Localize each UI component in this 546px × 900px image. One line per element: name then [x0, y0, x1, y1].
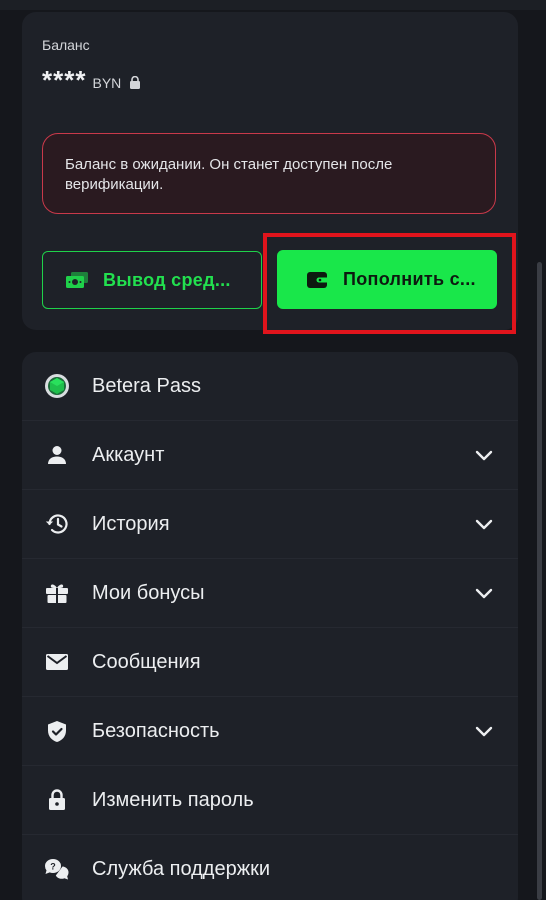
cash-icon: [66, 272, 88, 288]
support-chat-icon: ?: [44, 857, 70, 883]
menu-item-security[interactable]: Безопасность: [22, 697, 518, 766]
menu-item-label: Изменить пароль: [92, 788, 254, 811]
chevron-down-icon: [475, 588, 493, 599]
top-bar: [0, 0, 546, 10]
withdraw-button[interactable]: Вывод сред...: [42, 251, 262, 309]
shield-icon: [44, 718, 70, 744]
menu-item-account[interactable]: Аккаунт: [22, 421, 518, 490]
menu-item-betera-pass[interactable]: Betera Pass: [22, 352, 518, 421]
withdraw-label: Вывод сред...: [103, 269, 231, 290]
user-icon: [44, 442, 70, 468]
betera-pass-icon: [44, 373, 70, 399]
menu-item-messages[interactable]: Сообщения: [22, 628, 518, 697]
alert-text: Баланс в ожидании. Он станет доступен по…: [65, 156, 393, 193]
balance-currency: BYN: [92, 75, 122, 91]
menu-item-label: Betera Pass: [92, 374, 201, 397]
menu-item-change-password[interactable]: Изменить пароль: [22, 766, 518, 835]
menu-item-history[interactable]: История: [22, 490, 518, 559]
balance-label: Баланс: [42, 37, 90, 53]
menu-item-label: История: [92, 512, 170, 535]
lock-icon: [130, 76, 141, 89]
chevron-down-icon: [475, 519, 493, 530]
gift-icon: [44, 580, 70, 606]
mail-icon: [44, 649, 70, 675]
menu-item-label: Служба поддержки: [92, 858, 271, 880]
svg-text:?: ?: [50, 861, 56, 871]
verification-alert: Баланс в ожидании. Он станет доступен по…: [42, 133, 496, 214]
scrollbar[interactable]: [537, 262, 542, 900]
highlight-box: [263, 233, 516, 334]
menu-item-bonuses[interactable]: Мои бонусы: [22, 559, 518, 628]
menu-item-label: Безопасность: [92, 719, 220, 742]
menu-item-label: Сообщения: [92, 650, 201, 673]
chevron-down-icon: [475, 450, 493, 461]
history-icon: [44, 511, 70, 537]
menu-item-support[interactable]: ? Служба поддержки: [22, 835, 518, 900]
lock-icon: [44, 787, 70, 813]
menu-card: Betera Pass Аккаунт История Мои бонусы С…: [22, 352, 518, 900]
balance-amount-row: **** BYN: [42, 67, 141, 93]
balance-amount: ****: [42, 65, 87, 95]
menu-item-label: Мои бонусы: [92, 581, 205, 604]
chevron-down-icon: [475, 726, 493, 737]
menu-item-label: Аккаунт: [92, 443, 165, 466]
